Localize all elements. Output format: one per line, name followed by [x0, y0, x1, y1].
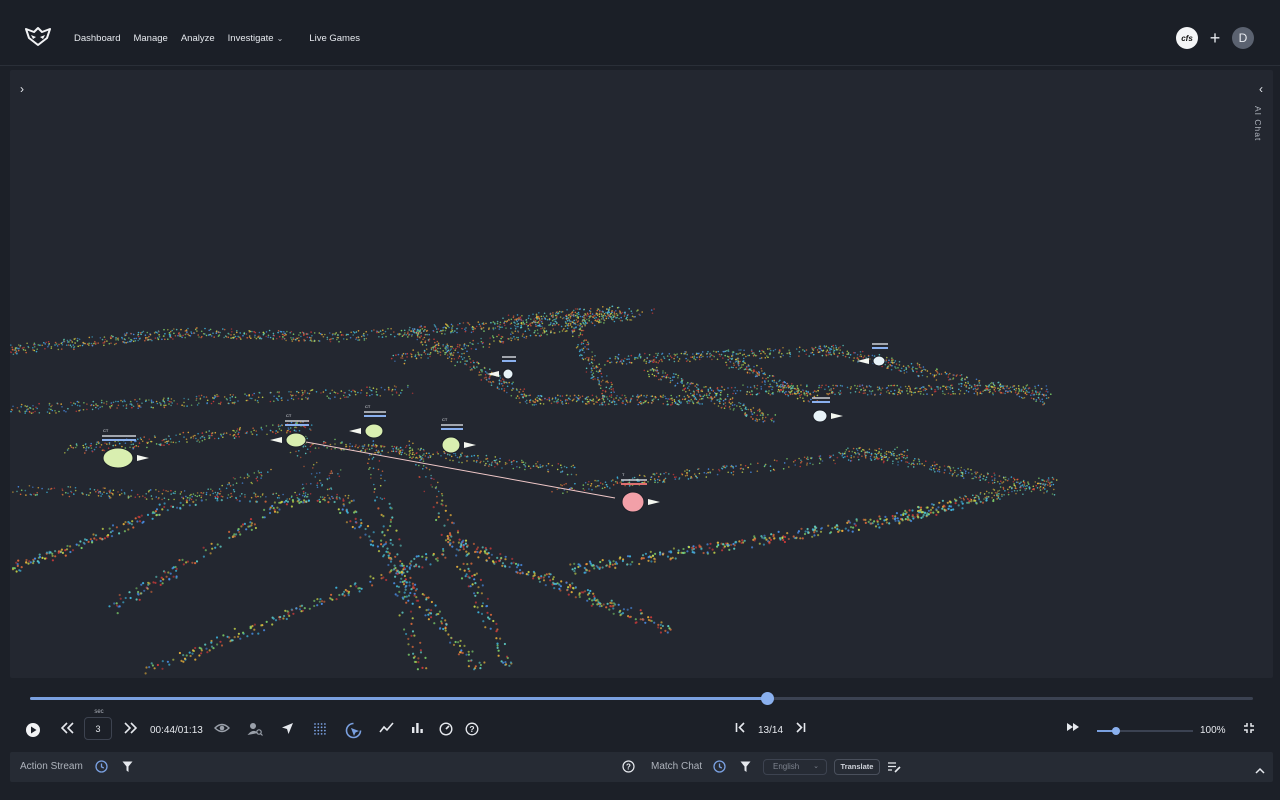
line-chart-icon[interactable]: [379, 722, 394, 733]
chevron-down-icon: ⌄: [276, 34, 284, 43]
filter-icon[interactable]: [740, 760, 751, 778]
player-marker[interactable]: CT: [270, 413, 309, 448]
timeline-handle[interactable]: [761, 692, 775, 705]
bar-chart-icon[interactable]: [411, 722, 424, 734]
zoom-level: 100%: [1200, 725, 1226, 736]
timeline-progress: [30, 697, 768, 700]
player-marker[interactable]: CT: [349, 404, 386, 439]
fast-forward-step-icon[interactable]: [124, 722, 137, 734]
player-team-tag: CT: [442, 417, 448, 422]
cursor-target-icon[interactable]: [345, 722, 362, 739]
fast-forward-icon[interactable]: [1066, 722, 1080, 732]
grid-dots-icon[interactable]: [313, 722, 327, 736]
eye-icon[interactable]: [214, 722, 230, 734]
seconds-label: sec: [85, 709, 113, 715]
bottom-panel-bar: Action Stream ? Match Chat English ⌄ Tra…: [10, 752, 1273, 782]
round-indicator: 13/14: [758, 725, 784, 736]
avatar[interactable]: D: [1232, 27, 1254, 49]
replay-viewer[interactable]: CT CT CT CT T › ‹ AI Chat: [10, 70, 1273, 678]
match-chat-label[interactable]: Match Chat: [651, 761, 702, 772]
player-marker[interactable]: CT: [441, 417, 476, 454]
translate-button[interactable]: Translate: [834, 759, 880, 775]
player-marker[interactable]: [857, 343, 888, 367]
text-edit-icon[interactable]: [887, 760, 901, 778]
map-point-cloud: CT CT CT CT T: [10, 305, 1058, 675]
previous-round-icon[interactable]: [735, 722, 747, 733]
player-search-icon[interactable]: [247, 722, 263, 736]
chevron-right-icon[interactable]: ›: [20, 82, 24, 96]
clock-icon[interactable]: [713, 760, 726, 778]
chevron-up-icon[interactable]: [1255, 761, 1265, 779]
seconds-value: 3: [95, 724, 101, 734]
action-stream-label[interactable]: Action Stream: [20, 761, 83, 772]
navigation-arrow-icon[interactable]: [281, 722, 294, 735]
filter-icon[interactable]: [122, 760, 133, 778]
ai-chat-tab[interactable]: AI Chat: [1253, 106, 1263, 141]
help-icon[interactable]: ?: [465, 722, 479, 736]
nav-live-games[interactable]: Live Games: [309, 33, 360, 44]
cfs-badge[interactable]: cfs: [1176, 27, 1198, 49]
player-team-tag: T: [622, 472, 625, 477]
nav-investigate[interactable]: Investigate ⌄: [228, 33, 297, 44]
header-actions: cfs + D: [1176, 27, 1254, 49]
nav-dashboard[interactable]: Dashboard: [74, 33, 120, 44]
add-button[interactable]: +: [1208, 29, 1222, 47]
nav-manage[interactable]: Manage: [133, 33, 167, 44]
shot-line: [305, 441, 616, 499]
rewind-icon[interactable]: [61, 722, 74, 734]
language-select[interactable]: English ⌄: [763, 759, 827, 775]
zoom-slider[interactable]: [1097, 727, 1193, 735]
chevron-down-icon: ⌄: [813, 763, 819, 770]
time-display: 00:44/01:13: [150, 725, 203, 736]
language-select-value: English: [773, 762, 800, 771]
speedometer-icon[interactable]: [439, 722, 453, 736]
main-nav: Dashboard Manage Analyze Investigate ⌄ Li…: [74, 33, 373, 44]
nav-analyze[interactable]: Analyze: [181, 33, 215, 44]
timeline-track[interactable]: [30, 692, 1253, 705]
nav-investigate-label: Investigate: [227, 33, 274, 44]
player-team-tag: CT: [103, 428, 109, 433]
chevron-left-icon[interactable]: ‹: [1259, 82, 1263, 96]
help-icon[interactable]: ?: [622, 760, 635, 778]
player-team-tag: CT: [365, 404, 371, 409]
player-marker[interactable]: T: [621, 472, 660, 513]
collapse-fullscreen-icon[interactable]: [1243, 722, 1255, 734]
top-bar: Dashboard Manage Analyze Investigate ⌄ Li…: [0, 0, 1280, 66]
next-round-icon[interactable]: [794, 722, 806, 733]
play-icon[interactable]: [25, 722, 41, 738]
player-team-tag: CT: [286, 413, 292, 418]
seconds-step-input[interactable]: sec 3: [84, 709, 113, 740]
zoom-slider-handle[interactable]: [1112, 727, 1121, 735]
playback-controls: sec 3 00:44/01:13 ? 13/14 100%: [0, 709, 1280, 748]
clock-icon[interactable]: [95, 760, 108, 778]
logo-icon[interactable]: [24, 26, 52, 48]
